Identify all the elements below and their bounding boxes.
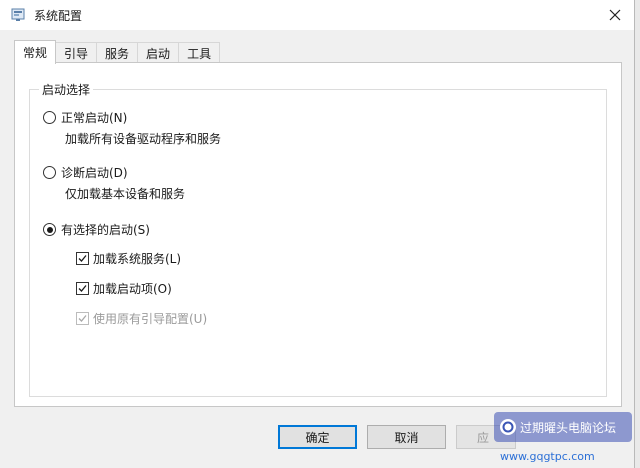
use-original-boot-config-label: 使用原有引导配置(U) [93,312,208,326]
selective-startup-radio[interactable]: 有选择的启动(S) [43,221,150,238]
checkmark-icon[interactable] [76,282,89,295]
general-tab-panel: 启动选择 正常启动(N) 加载所有设备驱动程序和服务 诊断启动(D) 仅加载基本… [14,62,622,407]
checkmark-icon[interactable] [76,252,89,265]
load-startup-items-checkbox[interactable]: 加载启动项(O) [76,280,172,297]
watermark-logo-icon [500,419,516,435]
ok-button[interactable]: 确定 [278,425,357,449]
tab-boot[interactable]: 引导 [55,42,98,63]
diagnostic-startup-desc: 仅加载基本设备和服务 [65,187,186,201]
tab-services[interactable]: 服务 [96,42,139,63]
radio-button-selected[interactable] [43,223,56,236]
watermark-url: www.gqgtpc.com [500,450,595,463]
tab-general[interactable]: 常规 [14,40,57,64]
watermark-text: 过期曜头电脑论坛 [520,420,617,435]
checkmark-icon [76,312,89,325]
normal-startup-radio[interactable]: 正常启动(N) [43,109,127,126]
tab-startup[interactable]: 启动 [137,42,180,63]
cancel-button[interactable]: 取消 [367,425,446,449]
normal-startup-label[interactable]: 正常启动(N) [61,109,127,126]
background-strip [635,0,640,468]
load-system-services-label[interactable]: 加载系统服务(L) [93,250,181,267]
selective-startup-label[interactable]: 有选择的启动(S) [61,221,150,238]
radio-button[interactable] [43,111,56,124]
tab-bar: 常规 引导 服务 启动 工具 [14,40,221,64]
group-label: 启动选择 [39,81,94,98]
diagnostic-startup-radio[interactable]: 诊断启动(D) [43,164,128,181]
tab-tools[interactable]: 工具 [178,42,221,63]
system-config-window: 系统配置 常规 引导 服务 启动 工具 启动选择 正常启动(N) 加载所有设备驱… [0,0,635,468]
title-bar: 系统配置 [0,0,634,30]
load-startup-items-label[interactable]: 加载启动项(O) [93,280,172,297]
watermark-badge: 过期曜头电脑论坛 [494,412,632,442]
startup-selection-group: 启动选择 正常启动(N) 加载所有设备驱动程序和服务 诊断启动(D) 仅加载基本… [29,81,607,397]
msconfig-icon [11,8,25,22]
use-original-boot-config-checkbox: 使用原有引导配置(U) [76,310,207,327]
close-icon[interactable] [602,2,628,28]
load-system-services-checkbox[interactable]: 加载系统服务(L) [76,250,181,267]
window-title: 系统配置 [34,9,83,23]
normal-startup-desc: 加载所有设备驱动程序和服务 [65,132,222,146]
diagnostic-startup-label[interactable]: 诊断启动(D) [61,164,128,181]
radio-button[interactable] [43,166,56,179]
